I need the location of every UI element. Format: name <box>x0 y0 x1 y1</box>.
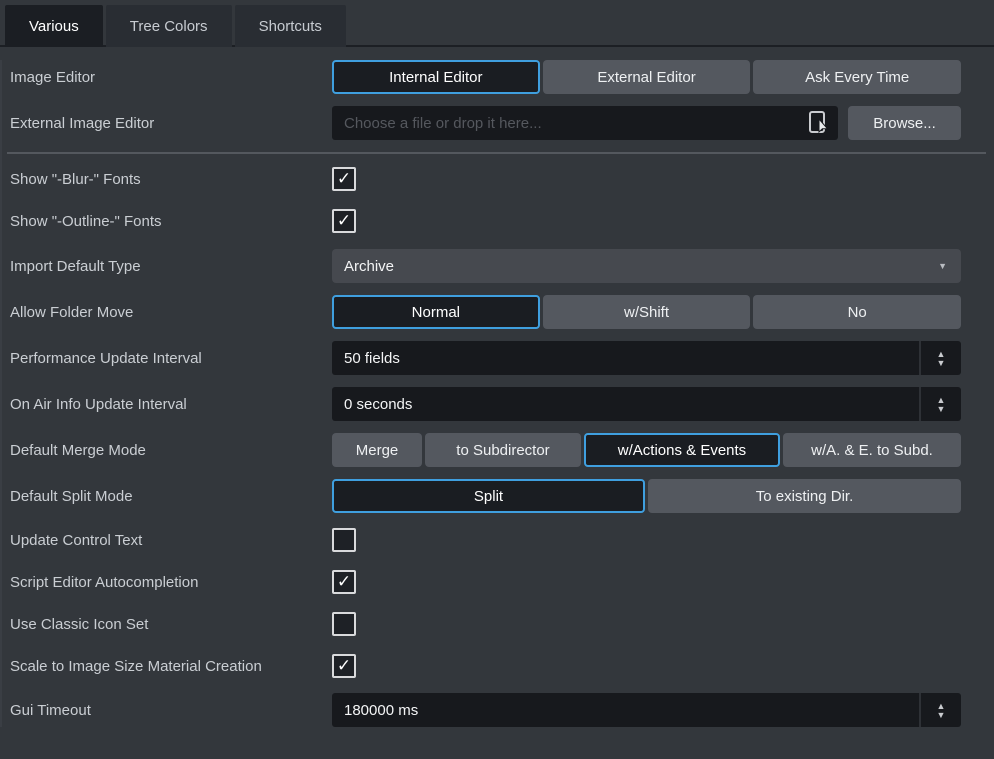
on-air-info-update-interval-spinner[interactable]: 0 seconds ▲ ▼ <box>332 387 961 421</box>
tab-various[interactable]: Various <box>5 5 103 47</box>
row-default-merge-mode: Default Merge Mode Merge to Subdirector … <box>2 433 994 467</box>
spin-up-icon[interactable]: ▲ <box>937 396 946 404</box>
row-scale-to-image-size-material-creation: Scale to Image Size Material Creation ✓ <box>2 654 994 678</box>
default-merge-mode-button-group: Merge to Subdirector w/Actions & Events … <box>332 433 961 467</box>
spin-down-icon[interactable]: ▼ <box>937 405 946 413</box>
row-update-control-text: Update Control Text ✓ <box>2 528 994 552</box>
allow-folder-move-button-group: Normal w/Shift No <box>332 295 961 329</box>
check-icon: ✓ <box>337 212 351 229</box>
scale-to-image-size-material-creation-label: Scale to Image Size Material Creation <box>10 654 332 678</box>
internal-editor-button[interactable]: Internal Editor <box>332 60 540 94</box>
settings-content: Image Editor Internal Editor External Ed… <box>0 60 994 727</box>
file-input-placeholder: Choose a file or drop it here... <box>344 115 808 132</box>
chevron-down-icon: ▼ <box>938 261 947 271</box>
performance-update-interval-value: 50 fields <box>332 341 919 375</box>
browse-button[interactable]: Browse... <box>848 106 961 140</box>
spinner-buttons[interactable]: ▲ ▼ <box>919 387 961 421</box>
spin-up-icon[interactable]: ▲ <box>937 350 946 358</box>
settings-panel: Various Tree Colors Shortcuts Image Edit… <box>0 0 994 759</box>
use-classic-icon-set-checkbox[interactable]: ✓ <box>332 612 356 636</box>
update-control-text-label: Update Control Text <box>10 528 332 552</box>
show-outline-fonts-label: Show "-Outline-" Fonts <box>10 209 332 233</box>
row-allow-folder-move: Allow Folder Move Normal w/Shift No <box>2 295 994 329</box>
default-split-mode-button-group: Split To existing Dir. <box>332 479 961 513</box>
external-editor-button[interactable]: External Editor <box>543 60 751 94</box>
split-button[interactable]: Split <box>332 479 645 513</box>
spinner-buttons[interactable]: ▲ ▼ <box>919 341 961 375</box>
folder-move-normal-button[interactable]: Normal <box>332 295 540 329</box>
gui-timeout-value: 180000 ms <box>332 693 919 727</box>
tab-tree-colors[interactable]: Tree Colors <box>106 5 232 47</box>
with-actions-and-events-button[interactable]: w/Actions & Events <box>584 433 780 467</box>
merge-button[interactable]: Merge <box>332 433 422 467</box>
on-air-info-update-interval-label: On Air Info Update Interval <box>10 387 332 421</box>
row-default-split-mode: Default Split Mode Split To existing Dir… <box>2 479 994 513</box>
on-air-info-update-interval-value: 0 seconds <box>332 387 919 421</box>
allow-folder-move-label: Allow Folder Move <box>10 295 332 329</box>
update-control-text-checkbox[interactable]: ✓ <box>332 528 356 552</box>
tab-shortcuts[interactable]: Shortcuts <box>235 5 346 47</box>
gui-timeout-spinner[interactable]: 180000 ms ▲ ▼ <box>332 693 961 727</box>
performance-update-interval-spinner[interactable]: 50 fields ▲ ▼ <box>332 341 961 375</box>
row-show-outline-fonts: Show "-Outline-" Fonts ✓ <box>2 209 994 233</box>
ask-every-time-button[interactable]: Ask Every Time <box>753 60 961 94</box>
with-a-and-e-to-subd-button[interactable]: w/A. & E. to Subd. <box>783 433 961 467</box>
row-image-editor: Image Editor Internal Editor External Ed… <box>2 60 994 94</box>
show-blur-fonts-checkbox[interactable]: ✓ <box>332 167 356 191</box>
external-image-editor-file-input[interactable]: Choose a file or drop it here... <box>332 106 838 140</box>
folder-move-no-button[interactable]: No <box>753 295 961 329</box>
row-performance-update-interval: Performance Update Interval 50 fields ▲ … <box>2 341 994 375</box>
check-icon: ✓ <box>337 573 351 590</box>
show-outline-fonts-checkbox[interactable]: ✓ <box>332 209 356 233</box>
row-import-default-type: Import Default Type Archive ▼ <box>2 249 994 283</box>
row-external-image-editor: External Image Editor Choose a file or d… <box>2 106 994 140</box>
separator <box>7 152 986 154</box>
scale-to-image-size-material-creation-checkbox[interactable]: ✓ <box>332 654 356 678</box>
spin-down-icon[interactable]: ▼ <box>937 711 946 719</box>
image-editor-label: Image Editor <box>10 60 332 94</box>
to-existing-dir-button[interactable]: To existing Dir. <box>648 479 961 513</box>
external-image-editor-label: External Image Editor <box>10 106 332 140</box>
script-editor-autocompletion-label: Script Editor Autocompletion <box>10 570 332 594</box>
row-gui-timeout: Gui Timeout 180000 ms ▲ ▼ <box>2 693 994 727</box>
spin-down-icon[interactable]: ▼ <box>937 359 946 367</box>
row-script-editor-autocompletion: Script Editor Autocompletion ✓ <box>2 570 994 594</box>
gui-timeout-label: Gui Timeout <box>10 693 332 727</box>
show-blur-fonts-label: Show "-Blur-" Fonts <box>10 167 332 191</box>
spin-up-icon[interactable]: ▲ <box>937 702 946 710</box>
spinner-buttons[interactable]: ▲ ▼ <box>919 693 961 727</box>
check-icon: ✓ <box>337 657 351 674</box>
import-default-type-select[interactable]: Archive ▼ <box>332 249 961 283</box>
default-merge-mode-label: Default Merge Mode <box>10 433 332 467</box>
row-on-air-info-update-interval: On Air Info Update Interval 0 seconds ▲ … <box>2 387 994 421</box>
folder-move-with-shift-button[interactable]: w/Shift <box>543 295 751 329</box>
import-default-type-value: Archive <box>344 258 938 275</box>
check-icon: ✓ <box>337 170 351 187</box>
row-use-classic-icon-set: Use Classic Icon Set ✓ <box>2 612 994 636</box>
to-subdirector-button[interactable]: to Subdirector <box>425 433 581 467</box>
file-pick-icon[interactable] <box>808 110 830 136</box>
performance-update-interval-label: Performance Update Interval <box>10 341 332 375</box>
default-split-mode-label: Default Split Mode <box>10 479 332 513</box>
script-editor-autocompletion-checkbox[interactable]: ✓ <box>332 570 356 594</box>
use-classic-icon-set-label: Use Classic Icon Set <box>10 612 332 636</box>
import-default-type-label: Import Default Type <box>10 249 332 283</box>
row-show-blur-fonts: Show "-Blur-" Fonts ✓ <box>2 167 994 191</box>
tab-bar: Various Tree Colors Shortcuts <box>0 0 994 47</box>
image-editor-button-group: Internal Editor External Editor Ask Ever… <box>332 60 961 94</box>
